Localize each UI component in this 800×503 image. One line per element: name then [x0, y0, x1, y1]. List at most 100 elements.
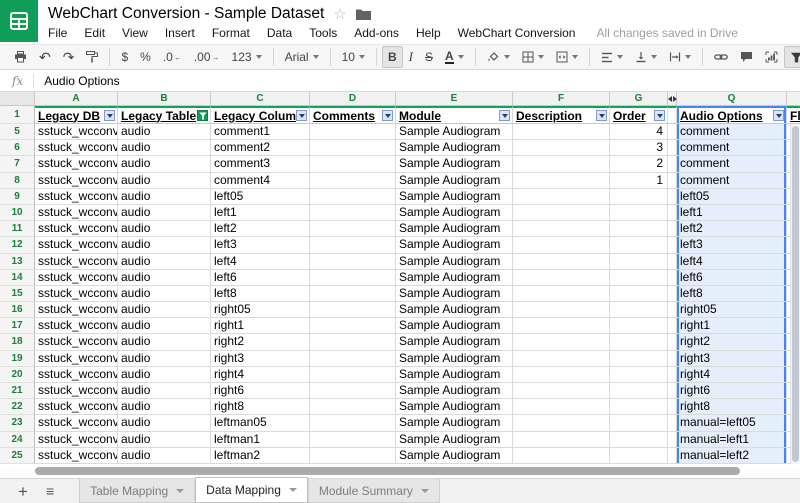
cell-C5[interactable]: comment1	[211, 124, 310, 140]
cell-F23[interactable]	[513, 415, 610, 431]
cell-F6[interactable]	[513, 140, 610, 156]
row-number-19[interactable]: 19	[0, 351, 35, 367]
sheets-logo[interactable]	[0, 0, 38, 42]
cell-C23[interactable]: leftman05	[211, 415, 310, 431]
cell-F10[interactable]	[513, 205, 610, 221]
sheet-tab-module-summary[interactable]: Module Summary	[308, 479, 440, 503]
cell-C20[interactable]: right4	[211, 367, 310, 383]
cell-Q21[interactable]: right6	[677, 383, 787, 399]
cell-B9[interactable]: audio	[118, 189, 211, 205]
print-button[interactable]	[8, 46, 33, 68]
cell-G19[interactable]	[610, 351, 668, 367]
cell-G6[interactable]: 3	[610, 140, 668, 156]
cell-C24[interactable]: leftman1	[211, 432, 310, 448]
cell-Q18[interactable]: right2	[677, 334, 787, 350]
menu-item-file[interactable]: File	[48, 26, 67, 40]
increase-decimal-button[interactable]: .00→	[188, 46, 226, 68]
cell-C17[interactable]: right1	[211, 318, 310, 334]
cell-Q13[interactable]: left4	[677, 254, 787, 270]
cell-E22[interactable]: Sample Audiogram	[396, 399, 513, 415]
cell-E11[interactable]: Sample Audiogram	[396, 221, 513, 237]
cell-F11[interactable]	[513, 221, 610, 237]
cell-F12[interactable]	[513, 237, 610, 253]
insert-link-button[interactable]	[708, 46, 734, 68]
cell-D11[interactable]	[310, 221, 396, 237]
cell-E17[interactable]: Sample Audiogram	[396, 318, 513, 334]
cell-E6[interactable]: Sample Audiogram	[396, 140, 513, 156]
cell-F24[interactable]	[513, 432, 610, 448]
menu-item-insert[interactable]: Insert	[165, 26, 195, 40]
cell-G11[interactable]	[610, 221, 668, 237]
redo-button[interactable]: ↷	[57, 46, 81, 68]
row-number-25[interactable]: 25	[0, 448, 35, 464]
cell-D5[interactable]	[310, 124, 396, 140]
chevron-down-icon[interactable]	[176, 489, 184, 493]
filter-dropdown-button-Q[interactable]	[773, 110, 784, 121]
cell-C13[interactable]: left4	[211, 254, 310, 270]
horizontal-scrollbar[interactable]	[0, 466, 800, 477]
menu-item-view[interactable]: View	[122, 26, 148, 40]
cell-Q17[interactable]: right1	[677, 318, 787, 334]
cell-B11[interactable]: audio	[118, 221, 211, 237]
cell-C25[interactable]: leftman2	[211, 448, 310, 464]
filter-dropdown-button-C[interactable]	[296, 110, 307, 121]
cell-A22[interactable]: sstuck_wcconv	[35, 399, 118, 415]
cell-B20[interactable]: audio	[118, 367, 211, 383]
cell-C9[interactable]: left05	[211, 189, 310, 205]
row-number-9[interactable]: 9	[0, 189, 35, 205]
cell-B17[interactable]: audio	[118, 318, 211, 334]
cell-Q12[interactable]: left3	[677, 237, 787, 253]
cell-Q16[interactable]: right05	[677, 302, 787, 318]
cell-E10[interactable]: Sample Audiogram	[396, 205, 513, 221]
menu-item-data[interactable]: Data	[267, 26, 292, 40]
cell-A25[interactable]: sstuck_wcconv	[35, 448, 118, 464]
cell-B16[interactable]: audio	[118, 302, 211, 318]
cell-A12[interactable]: sstuck_wcconv	[35, 237, 118, 253]
text-color-button[interactable]: A	[439, 46, 470, 68]
cell-B19[interactable]: audio	[118, 351, 211, 367]
italic-button[interactable]: I	[403, 46, 419, 68]
cell-D17[interactable]	[310, 318, 396, 334]
cell-C11[interactable]: left2	[211, 221, 310, 237]
cell-B15[interactable]: audio	[118, 286, 211, 302]
cell-F9[interactable]	[513, 189, 610, 205]
format-percent-button[interactable]: %	[134, 46, 157, 68]
cell-E21[interactable]: Sample Audiogram	[396, 383, 513, 399]
cell-C21[interactable]: right6	[211, 383, 310, 399]
cell-E7[interactable]: Sample Audiogram	[396, 156, 513, 172]
menu-item-format[interactable]: Format	[212, 26, 250, 40]
column-letter-C[interactable]: C	[211, 92, 310, 106]
cell-Q14[interactable]: left6	[677, 270, 787, 286]
cell-Q8[interactable]: comment	[677, 173, 787, 189]
row-number-6[interactable]: 6	[0, 140, 35, 156]
cell-E8[interactable]: Sample Audiogram	[396, 173, 513, 189]
cell-Q9[interactable]: left05	[677, 189, 787, 205]
row-number-5[interactable]: 5	[0, 124, 35, 140]
cell-G21[interactable]	[610, 383, 668, 399]
cell-D10[interactable]	[310, 205, 396, 221]
menu-item-webchart-conversion[interactable]: WebChart Conversion	[458, 26, 576, 40]
cell-F5[interactable]	[513, 124, 610, 140]
vertical-align-button[interactable]	[629, 46, 663, 68]
chevron-down-icon[interactable]	[289, 488, 297, 492]
horizontal-scrollbar-thumb[interactable]	[35, 467, 740, 475]
cell-C14[interactable]: left6	[211, 270, 310, 286]
cell-E23[interactable]: Sample Audiogram	[396, 415, 513, 431]
column-letter-Q[interactable]: Q	[677, 92, 787, 106]
cell-B21[interactable]: audio	[118, 383, 211, 399]
cell-B24[interactable]: audio	[118, 432, 211, 448]
cell-Q19[interactable]: right3	[677, 351, 787, 367]
cell-F8[interactable]	[513, 173, 610, 189]
cell-A6[interactable]: sstuck_wcconv	[35, 140, 118, 156]
cell-F25[interactable]	[513, 448, 610, 464]
cell-F15[interactable]	[513, 286, 610, 302]
number-format-button[interactable]: 123	[226, 46, 268, 68]
add-sheet-button[interactable]: +	[18, 483, 28, 500]
cell-Q23[interactable]: manual=left05	[677, 415, 787, 431]
column-letter-partial[interactable]	[787, 92, 800, 106]
row-number-7[interactable]: 7	[0, 156, 35, 172]
cell-D6[interactable]	[310, 140, 396, 156]
cell-G9[interactable]	[610, 189, 668, 205]
header-cell-A[interactable]: Legacy DB	[35, 106, 118, 124]
cell-D22[interactable]	[310, 399, 396, 415]
